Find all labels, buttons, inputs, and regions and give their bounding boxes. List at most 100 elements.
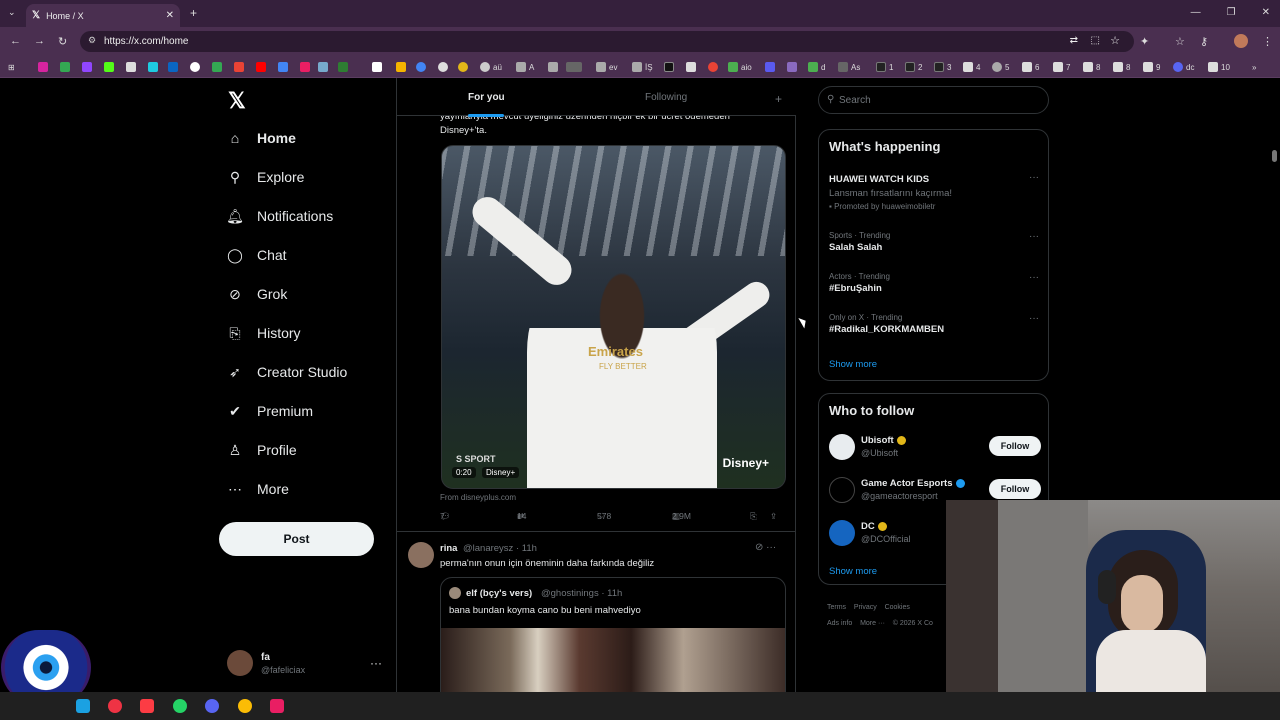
apps-icon[interactable]: ⊞ xyxy=(8,61,15,73)
footer-cookies[interactable]: Cookies xyxy=(885,604,910,611)
bookmark-num-7[interactable]: 7 xyxy=(1053,61,1070,73)
back-icon[interactable]: ← xyxy=(10,35,21,47)
more-dots-icon[interactable]: ··· xyxy=(766,542,776,553)
nav-premium[interactable]: ✔ Premium xyxy=(226,402,313,420)
bookmark-info[interactable] xyxy=(190,61,203,73)
bookmark-3[interactable] xyxy=(278,61,291,73)
taskbar-whatsapp-icon[interactable] xyxy=(173,699,187,713)
bookmark-num-4[interactable]: 4 xyxy=(963,61,980,73)
window-close-icon[interactable]: ✕ xyxy=(1262,7,1270,18)
bookmark-num-6[interactable]: 6 xyxy=(1022,61,1039,73)
forward-icon[interactable]: → xyxy=(34,35,45,47)
bookmark-4[interactable] xyxy=(300,61,313,73)
password-icon[interactable]: ⚷ xyxy=(1200,35,1208,48)
more-dots-icon[interactable]: ··· xyxy=(1029,272,1039,283)
bookmark-6[interactable] xyxy=(338,61,351,73)
follow-button[interactable]: Follow xyxy=(989,436,1041,456)
taskbar-app-1[interactable] xyxy=(76,699,90,713)
bookmark-num-3[interactable]: 3 xyxy=(934,61,951,73)
bookmark-num-5[interactable]: 5 xyxy=(992,61,1009,73)
bookmark-num-8b[interactable]: 8 xyxy=(1113,61,1130,73)
bookmark-14[interactable] xyxy=(686,61,699,73)
star-icon[interactable]: ☆ xyxy=(1110,34,1120,47)
nav-creator-studio[interactable]: ➶ Creator Studio xyxy=(226,363,347,381)
bookmark-10[interactable] xyxy=(458,61,471,73)
footer-ads-info[interactable]: Ads info xyxy=(827,620,852,627)
new-tab-icon[interactable]: + xyxy=(190,6,197,20)
taskbar-app-2[interactable] xyxy=(108,699,122,713)
bookmark-youtube[interactable] xyxy=(256,61,269,73)
nav-chat[interactable]: ◯ Chat xyxy=(226,246,286,264)
account-switcher[interactable]: fa @fafeliciax ··· xyxy=(227,650,387,680)
bookmark-instagram[interactable] xyxy=(38,61,51,73)
minimize-icon[interactable]: — xyxy=(1191,7,1201,18)
translate-icon[interactable]: ⇄ xyxy=(1070,35,1078,46)
bookmark-num-9[interactable]: 9 xyxy=(1143,61,1160,73)
tab-search-icon[interactable]: ⌄ xyxy=(8,7,16,18)
nav-profile[interactable]: ♙ Profile xyxy=(226,441,297,459)
install-icon[interactable]: ⬚ xyxy=(1091,35,1100,46)
bookmark-twitch[interactable] xyxy=(82,61,95,73)
bookmark-15[interactable] xyxy=(708,61,721,73)
trend-item[interactable]: Sports · Trending Salah Salah ··· xyxy=(829,231,1039,253)
taskbar-discord-icon[interactable] xyxy=(205,699,219,713)
nav-home[interactable]: ⌂ Home xyxy=(226,129,296,147)
scrollbar[interactable] xyxy=(1272,150,1277,162)
favorites-icon[interactable]: ☆ xyxy=(1175,35,1185,48)
tweet-video[interactable]: Emirates FLY BETTER S SPORT Disney+ 0:20… xyxy=(441,145,786,489)
bookmark-gmail[interactable] xyxy=(234,61,247,73)
tab-for-you[interactable]: For you xyxy=(468,92,505,103)
bookmark-folder-a[interactable]: A xyxy=(516,61,534,73)
site-info-icon[interactable]: ⚙ xyxy=(88,35,96,46)
bookmark-num-10[interactable]: 10 xyxy=(1208,61,1230,73)
x-logo-icon[interactable]: 𝕏 xyxy=(228,88,246,114)
nav-grok[interactable]: ⊘ Grok xyxy=(226,285,287,303)
bookmarks-overflow-icon[interactable]: » xyxy=(1252,61,1256,73)
bookmark-linkedin[interactable] xyxy=(168,61,181,73)
bookmark-google[interactable] xyxy=(416,61,429,73)
avatar[interactable] xyxy=(408,542,434,568)
taskbar-chrome-icon[interactable] xyxy=(238,699,252,713)
bookmark-16[interactable] xyxy=(765,61,778,73)
show-more-link[interactable]: Show more xyxy=(829,359,877,370)
footer-more[interactable]: More ··· xyxy=(860,620,885,627)
nav-more[interactable]: ⋯ More xyxy=(226,480,289,498)
more-dots-icon[interactable]: ··· xyxy=(1029,313,1039,324)
bookmark-8[interactable] xyxy=(396,61,409,73)
search-input[interactable]: ⚲ Search xyxy=(818,86,1049,114)
footer-terms[interactable]: Terms xyxy=(827,604,846,611)
follow-button[interactable]: Follow xyxy=(989,479,1041,499)
bookmark-tweet-icon[interactable]: ⎘ xyxy=(750,511,757,522)
profile-avatar[interactable] xyxy=(1234,34,1248,48)
bookmark-9[interactable] xyxy=(438,61,451,73)
taskbar-app-3[interactable] xyxy=(270,699,284,713)
bookmark-13[interactable] xyxy=(664,61,677,73)
nav-history[interactable]: ⎘ History xyxy=(226,324,300,342)
bookmark-folder-ev[interactable]: ev xyxy=(596,61,617,73)
bookmark-num-8a[interactable]: 8 xyxy=(1083,61,1100,73)
quote-image[interactable] xyxy=(441,628,785,692)
more-dots-icon[interactable]: ··· xyxy=(1029,172,1039,183)
bookmark-drive[interactable] xyxy=(212,61,225,73)
share-icon[interactable]: ⇪ xyxy=(770,511,777,522)
nav-explore[interactable]: ⚲ Explore xyxy=(226,168,305,186)
browser-tab[interactable]: 𝕏 Home / X ✕ xyxy=(26,4,180,27)
bookmark-folder-au[interactable]: aü xyxy=(480,61,502,73)
taskbar-music-icon[interactable] xyxy=(140,699,154,713)
extensions-icon[interactable]: ✦ xyxy=(1140,35,1149,48)
bookmark-dc[interactable]: dc xyxy=(1173,61,1194,73)
more-dots-icon[interactable]: ··· xyxy=(1029,231,1039,242)
address-bar[interactable]: ⚙ https://x.com/home ⇄ ⬚ ☆ xyxy=(80,31,1134,52)
bookmark-7[interactable] xyxy=(372,61,385,73)
footer-privacy[interactable]: Privacy xyxy=(854,604,877,611)
add-tab-icon[interactable]: + xyxy=(775,92,782,106)
bookmark-folder-is[interactable]: İŞ xyxy=(632,61,653,73)
nav-notifications[interactable]: 🔔︎ Notifications xyxy=(226,207,333,225)
bookmark-num-1[interactable]: 1 xyxy=(876,61,893,73)
bookmark-17[interactable] xyxy=(787,61,800,73)
tab-following[interactable]: Following xyxy=(645,92,687,103)
bookmark-green[interactable] xyxy=(60,61,73,73)
trend-item[interactable]: HUAWEI WATCH KIDS Lansman fırsatlarını k… xyxy=(829,172,1039,211)
bookmark-as[interactable]: As xyxy=(838,61,860,73)
post-button[interactable]: Post xyxy=(219,522,374,556)
